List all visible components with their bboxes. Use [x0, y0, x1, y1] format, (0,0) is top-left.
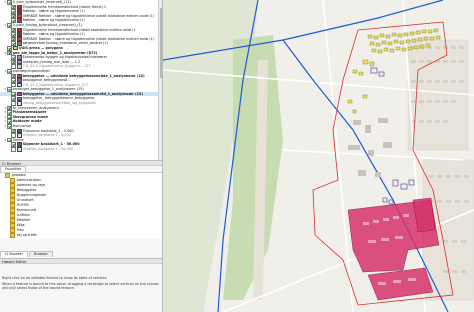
browser-item[interactable]: Vej og trafik — [0, 233, 162, 238]
layer-visibility-checkbox[interactable] — [11, 133, 16, 138]
layer-name: Ortofoto_kortdatas 1 - 50.000 — [22, 147, 73, 151]
vertex-editor-title: Hæoloi Editor — [0, 258, 162, 264]
browser-tree: geodata Administration Adresser og veje Beb… — [0, 172, 162, 239]
layers-scrollbar-thumb[interactable] — [159, 8, 162, 78]
layers-scrollbar[interactable] — [158, 0, 162, 160]
tab-browser[interactable]: Browser — [29, 251, 53, 257]
layer-visibility-checkbox[interactable] — [11, 18, 16, 23]
folder-icon — [10, 178, 16, 183]
folder-icon — [10, 183, 16, 188]
folder-icon — [10, 223, 16, 228]
layer-visibility-checkbox[interactable] — [11, 64, 16, 69]
folder-icon — [10, 228, 16, 233]
folder-icon — [10, 198, 16, 203]
tab-ci-browser[interactable]: Ci Browser — [0, 251, 29, 257]
left-panel: ▾ 0_plan_byfprodukt_(reservet)_(11) Tilgod… — [0, 0, 163, 312]
help-line-2: When a feature is bound to this panel, d… — [2, 282, 159, 291]
folder-icon — [10, 233, 16, 238]
layer-visibility-checkbox[interactable] — [11, 82, 16, 88]
folder-icon — [10, 218, 16, 223]
layer-visibility-checkbox[interactable] — [11, 41, 16, 46]
folder-icon — [10, 203, 16, 208]
vertex-editor-help: Right click on an editable feature to sh… — [0, 276, 162, 293]
folder-icon — [10, 213, 16, 218]
bottom-tabs: Ci Browser Browser — [0, 251, 162, 257]
browser-top-tabs: Favoritter — [0, 166, 162, 172]
layer-visibility-checkbox[interactable] — [11, 101, 16, 106]
folder-icon — [5, 173, 11, 178]
layers-panel: ▾ 0_plan_byfprodukt_(reservet)_(11) Tilgod… — [0, 0, 162, 160]
browser-item-label: Vej og trafik — [16, 233, 37, 237]
folder-icon — [10, 193, 16, 198]
map-svg[interactable] — [163, 0, 474, 312]
layer-name: Ortofoto_kortdatas 1 - 5.000 — [22, 133, 71, 138]
map-canvas[interactable] — [163, 0, 474, 312]
layer-visibility-checkbox[interactable] — [11, 147, 16, 152]
layer-symbol-icon — [16, 147, 22, 152]
folder-icon — [10, 188, 16, 193]
layer-row[interactable]: Ortofoto_kortdatas 1 - 50.000 — [0, 147, 162, 152]
folder-icon — [10, 208, 16, 213]
help-line-1: Right click on an editable feature to sh… — [2, 276, 108, 280]
